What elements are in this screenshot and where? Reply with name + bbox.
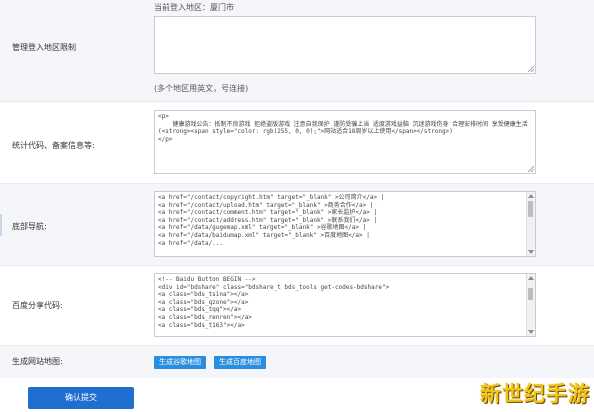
footer-nav-textarea-value: <a href="/contact/copyright.htm" target=… xyxy=(158,194,385,247)
stats-textarea-value: <p> 健康游戏公告：抵制不良游戏 拒绝盗版游戏 注意自我保护 谨防受骗上当 适… xyxy=(158,113,528,143)
footer-nav-label: 底部导航: xyxy=(12,222,47,231)
stats-row: 统计代码、备案信息等: <p> 健康游戏公告：抵制不良游戏 拒绝盗版游戏 注意自… xyxy=(0,102,594,184)
region-textarea[interactable] xyxy=(154,16,536,74)
scrollbar[interactable] xyxy=(526,274,535,336)
region-label: 管理登入地区限制 xyxy=(12,43,76,52)
confirm-submit-button[interactable]: 确认提交 xyxy=(28,387,134,409)
region-row: 管理登入地区限制 当前登入地区：厦门市 (多个地区用英文，号连接) xyxy=(0,0,594,102)
region-hint: (多个地区用英文，号连接) xyxy=(154,84,249,93)
stats-textarea[interactable]: <p> 健康游戏公告：抵制不良游戏 拒绝盗版游戏 注意自我保护 谨防受骗上当 适… xyxy=(154,110,536,174)
baidu-share-row: 百度分享代码: <!-- Baidu Button BEGIN --> <div… xyxy=(0,266,594,346)
scroll-down-icon[interactable] xyxy=(528,330,534,334)
stats-label: 统计代码、备案信息等: xyxy=(12,141,95,150)
baidu-share-textarea-value: <!-- Baidu Button BEGIN --> <div id="bds… xyxy=(158,276,390,329)
generate-google-map-button[interactable]: 生成谷歌地图 xyxy=(154,356,206,369)
baidu-share-label: 百度分享代码: xyxy=(12,301,63,310)
scroll-thumb[interactable] xyxy=(528,288,533,300)
scrollbar[interactable] xyxy=(526,192,535,256)
scroll-up-icon[interactable] xyxy=(528,194,534,198)
generate-baidu-map-button[interactable]: 生成百度地图 xyxy=(214,356,266,369)
baidu-share-textarea[interactable]: <!-- Baidu Button BEGIN --> <div id="bds… xyxy=(154,273,536,337)
sitemap-row: 生成网站地图: xyxy=(0,346,594,378)
resize-grip-icon[interactable] xyxy=(528,66,534,72)
region-textarea-value xyxy=(155,17,535,21)
watermark-logo: 新世纪手游 xyxy=(480,382,590,406)
footer-nav-row: 底部导航: <a href="/contact/copyright.htm" t… xyxy=(0,184,594,266)
sitemap-label: 生成网站地图: xyxy=(12,357,63,366)
scroll-up-icon[interactable] xyxy=(528,276,534,280)
footer-nav-textarea[interactable]: <a href="/contact/copyright.htm" target=… xyxy=(154,191,536,257)
scroll-thumb[interactable] xyxy=(528,201,533,217)
resize-grip-icon[interactable] xyxy=(528,166,534,172)
row-accent xyxy=(0,214,2,236)
scroll-down-icon[interactable] xyxy=(528,250,534,254)
current-region-text: 当前登入地区：厦门市 xyxy=(154,3,234,12)
